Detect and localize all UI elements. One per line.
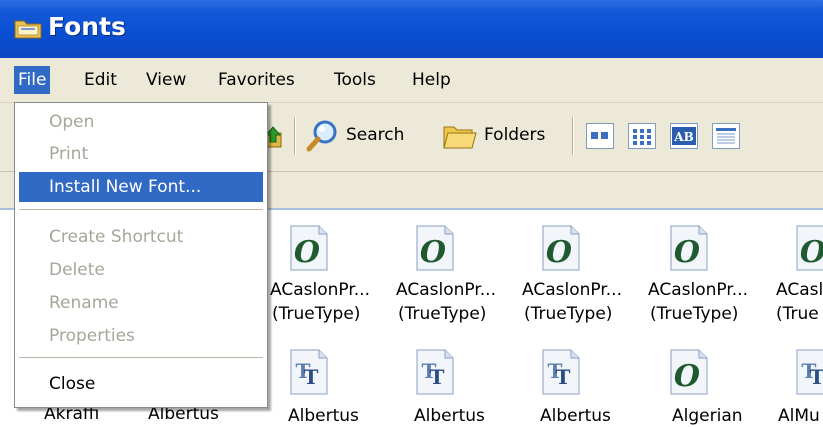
- svg-text:O: O: [674, 235, 700, 270]
- opentype-font-icon[interactable]: O: [414, 224, 456, 272]
- font-type: (TrueType): [272, 304, 361, 324]
- font-type: (TrueType): [524, 304, 613, 324]
- font-type: (TrueType): [398, 304, 487, 324]
- truetype-font-icon[interactable]: T T: [794, 348, 823, 396]
- folders-button[interactable]: Folders: [442, 115, 545, 155]
- svg-text:O: O: [800, 235, 823, 270]
- menu-open[interactable]: Open: [19, 107, 263, 137]
- menu-favorites[interactable]: Favorites: [214, 66, 299, 94]
- tiles-view-icon: [633, 129, 651, 145]
- menu-properties[interactable]: Properties: [19, 321, 263, 351]
- opentype-font-icon[interactable]: O: [794, 224, 823, 272]
- font-name: ACaslonPr...: [396, 280, 496, 300]
- title-bar[interactable]: Fonts: [0, 0, 823, 58]
- details-view-button[interactable]: [712, 123, 740, 149]
- menu-rename[interactable]: Rename: [19, 288, 263, 318]
- opentype-font-icon[interactable]: O: [668, 348, 710, 396]
- svg-text:O: O: [420, 235, 446, 270]
- folder-icon: [14, 20, 42, 39]
- menu-bar: File Edit View Favorites Tools Help: [0, 58, 823, 103]
- font-name: ACasl: [776, 280, 823, 300]
- menu-file[interactable]: File: [14, 66, 51, 94]
- search-label: Search: [346, 125, 405, 145]
- opentype-font-icon[interactable]: O: [540, 224, 582, 272]
- details-view-icon: [716, 128, 736, 144]
- menu-create-shortcut[interactable]: Create Shortcut: [19, 222, 263, 252]
- window-title: Fonts: [48, 12, 126, 41]
- svg-text:O: O: [674, 359, 700, 394]
- font-name: ACaslonPr...: [522, 280, 622, 300]
- menu-help[interactable]: Help: [408, 66, 455, 94]
- search-icon: [306, 120, 337, 152]
- font-name: AlMu: [778, 406, 820, 426]
- menu-delete[interactable]: Delete: [19, 255, 263, 285]
- svg-text:O: O: [294, 235, 320, 270]
- font-name: ACaslonPr...: [270, 280, 370, 300]
- menu-view[interactable]: View: [142, 66, 190, 94]
- folders-icon: [443, 126, 477, 149]
- truetype-font-icon[interactable]: T T: [288, 348, 330, 396]
- menu-tools[interactable]: Tools: [330, 66, 380, 94]
- svg-text:T: T: [810, 365, 823, 389]
- opentype-font-icon[interactable]: O: [668, 224, 710, 272]
- svg-text:T: T: [304, 365, 319, 389]
- font-type: (True: [776, 304, 819, 324]
- file-menu-dropdown: Open Print Install New Font... Create Sh…: [14, 102, 268, 408]
- toolbar-separator: [572, 117, 574, 155]
- font-preview-view-button[interactable]: AB: [670, 123, 698, 149]
- menu-edit[interactable]: Edit: [80, 66, 121, 94]
- svg-text:AB: AB: [673, 130, 693, 144]
- truetype-font-icon[interactable]: T T: [540, 348, 582, 396]
- menu-close[interactable]: Close: [19, 369, 263, 399]
- menu-separator: [19, 209, 263, 210]
- menu-print[interactable]: Print: [19, 139, 263, 169]
- font-name: Albertus: [288, 406, 359, 426]
- tiles-view-button[interactable]: [628, 123, 656, 149]
- menu-separator: [19, 357, 263, 358]
- opentype-font-icon[interactable]: O: [288, 224, 330, 272]
- font-name: ACaslonPr...: [648, 280, 748, 300]
- font-name: Albertus: [414, 406, 485, 426]
- menu-install-new-font[interactable]: Install New Font...: [19, 172, 263, 202]
- svg-text:T: T: [556, 365, 571, 389]
- svg-text:T: T: [430, 365, 445, 389]
- ab-font-icon: AB: [672, 127, 696, 145]
- thumbnails-view-icon: [591, 132, 608, 139]
- font-type: (TrueType): [650, 304, 739, 324]
- folders-label: Folders: [484, 125, 546, 145]
- toolbar-separator: [294, 117, 296, 155]
- truetype-font-icon[interactable]: T T: [414, 348, 456, 396]
- svg-text:O: O: [546, 235, 572, 270]
- font-name: Albertus: [540, 406, 611, 426]
- search-button[interactable]: Search: [306, 115, 404, 155]
- thumbnails-view-button[interactable]: [586, 123, 614, 149]
- font-name: Algerian: [672, 406, 743, 426]
